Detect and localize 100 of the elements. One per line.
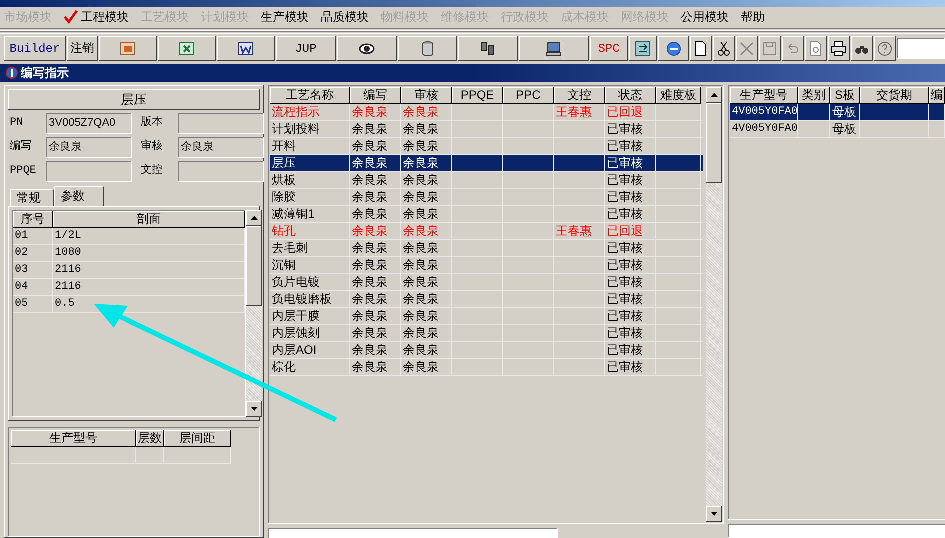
table-row[interactable]: 棕化 余良泉 余良泉 已审核 [270,359,703,376]
table-row[interactable]: 4V005Y0FA0 母板 [730,121,945,138]
field-label: PN [9,116,24,132]
toolbar-button[interactable]: JUP [276,36,336,61]
tab[interactable]: 参数 [54,186,104,206]
toolbar-field[interactable] [897,38,945,59]
scroll-thumb[interactable] [246,226,262,306]
table-row[interactable]: 计划投料 余良泉 余良泉 已审核 [270,121,703,138]
column-header[interactable]: 编写 [350,87,401,104]
tab[interactable]: 常规 [10,189,54,206]
table-row[interactable]: 去毛刺 余良泉 余良泉 已审核 [270,240,703,257]
toolbar-icon-button[interactable] [782,36,804,61]
table-cell: 已审核 [605,257,656,273]
input-field[interactable]: 余良泉 [178,137,264,158]
table-row[interactable]: 内层AOI 余良泉 余良泉 已审核 [270,342,703,359]
menu-item[interactable]: 帮助 [741,8,765,26]
column-header[interactable]: 文控 [554,87,605,104]
table-cell: 已审核 [605,189,656,205]
menu-item[interactable]: 生产模块 [261,8,309,26]
column-header[interactable]: 生产型号 [11,430,136,447]
table-row[interactable]: 4V005Y0FA0 母板 [730,104,945,121]
table-cell: 已审核 [605,274,656,290]
toolbar-icon-button[interactable] [874,36,896,61]
toolbar-icon-button[interactable] [458,36,518,61]
scroll-thumb[interactable] [706,103,722,183]
column-header[interactable]: 序号 [13,211,53,228]
field-label: 编写 [9,139,33,156]
column-header[interactable]: 状态 [605,87,656,104]
toolbar-icon-button[interactable] [736,36,758,61]
table-cell: 余良泉 [401,223,452,239]
column-header[interactable]: 难度板 [656,87,701,104]
column-header[interactable]: PPC [503,87,554,104]
menu-item[interactable]: 品质模块 [321,8,369,26]
table-cell: 去毛刺 [270,240,350,256]
table-cell: 余良泉 [401,121,452,137]
input-field[interactable] [46,161,132,182]
toolbar-icon-button[interactable] [337,36,397,61]
column-header[interactable]: 编 [929,87,945,104]
scrollbar[interactable] [706,87,722,522]
menu-item[interactable]: 工程模块 [64,8,129,26]
toolbar-icon-button[interactable] [805,36,827,61]
table-cell: 计划投料 [270,121,350,137]
input-field[interactable] [268,528,558,538]
column-header[interactable]: S板 [830,87,860,104]
app-icon [6,67,18,79]
table-row[interactable]: 除胶 余良泉 余良泉 已审核 [270,189,703,206]
table-cell: 余良泉 [401,104,452,120]
toolbar-icon-button[interactable] [690,36,712,61]
spreadsheet-icon [179,40,195,56]
menu-item[interactable]: 公用模块 [681,8,729,26]
column-header[interactable]: 交货期 [860,87,929,104]
toolbar-button[interactable]: Builder [4,36,66,61]
table-cell: 2116 [53,279,245,295]
toolbar-icon-button[interactable] [658,36,689,61]
table-cell: 已审核 [605,121,656,137]
table-cell: 内层干膜 [270,308,350,324]
column-header[interactable]: 剖面 [53,211,245,228]
input-field[interactable]: 3V005Z7QA0 [46,113,132,134]
input-field[interactable] [178,113,264,134]
input-field[interactable] [178,161,264,182]
table-cell: 03 [13,262,53,278]
table-cell: 王春惠 [554,104,605,120]
table-row[interactable]: 沉铜 余良泉 余良泉 已审核 [270,257,703,274]
table-row[interactable]: 减薄铜1 余良泉 余良泉 已审核 [270,206,703,223]
table-row[interactable]: 负电镀磨板 余良泉 余良泉 已审核 [270,291,703,308]
toolbar-icon-button[interactable] [158,36,216,61]
table-cell: 余良泉 [350,359,401,375]
column-header[interactable]: 类别 [798,87,830,104]
table-row[interactable]: 烘板 余良泉 余良泉 已审核 [270,172,703,189]
toolbar-button[interactable]: 注销 [67,36,98,61]
toolbar-icon-button[interactable] [713,36,735,61]
toolbar-icon-button[interactable] [99,36,157,61]
column-header[interactable]: 层间距 [164,430,231,447]
table-cell: 余良泉 [401,138,452,154]
column-header[interactable]: 层数 [136,430,164,447]
scrollbar[interactable] [246,210,262,417]
table-cell: 余良泉 [350,257,401,273]
toolbar-icon-button[interactable] [851,36,873,61]
column-header[interactable]: PPQE [452,87,503,104]
column-header[interactable]: 生产型号 [730,87,798,104]
table-cell: 负片电镀 [270,274,350,290]
toolbar-button[interactable]: SPC [590,36,628,61]
toolbar-icon-button[interactable] [217,36,275,61]
table-row[interactable]: 内层干膜 余良泉 余良泉 已审核 [270,308,703,325]
toolbar-icon-button[interactable] [398,36,457,61]
input-field[interactable]: 余良泉 [46,137,132,158]
table-cell: 余良泉 [350,291,401,307]
table-row[interactable]: 层压 余良泉 余良泉 已审核 [270,155,703,172]
toolbar-icon-button[interactable] [519,36,589,61]
input-field[interactable] [728,524,945,538]
toolbar-icon-button[interactable] [759,36,781,61]
table-row[interactable]: 内层蚀刻 余良泉 余良泉 已审核 [270,325,703,342]
table-cell: 余良泉 [401,206,452,222]
toolbar-icon-button[interactable] [629,36,657,61]
table-cell: 开料 [270,138,350,154]
column-header[interactable]: 工艺名称 [270,87,350,104]
table-cell: 余良泉 [350,121,401,137]
column-header[interactable]: 审核 [401,87,452,104]
toolbar-icon-button[interactable] [828,36,850,61]
table-row[interactable]: 负片电镀 余良泉 余良泉 已审核 [270,274,703,291]
